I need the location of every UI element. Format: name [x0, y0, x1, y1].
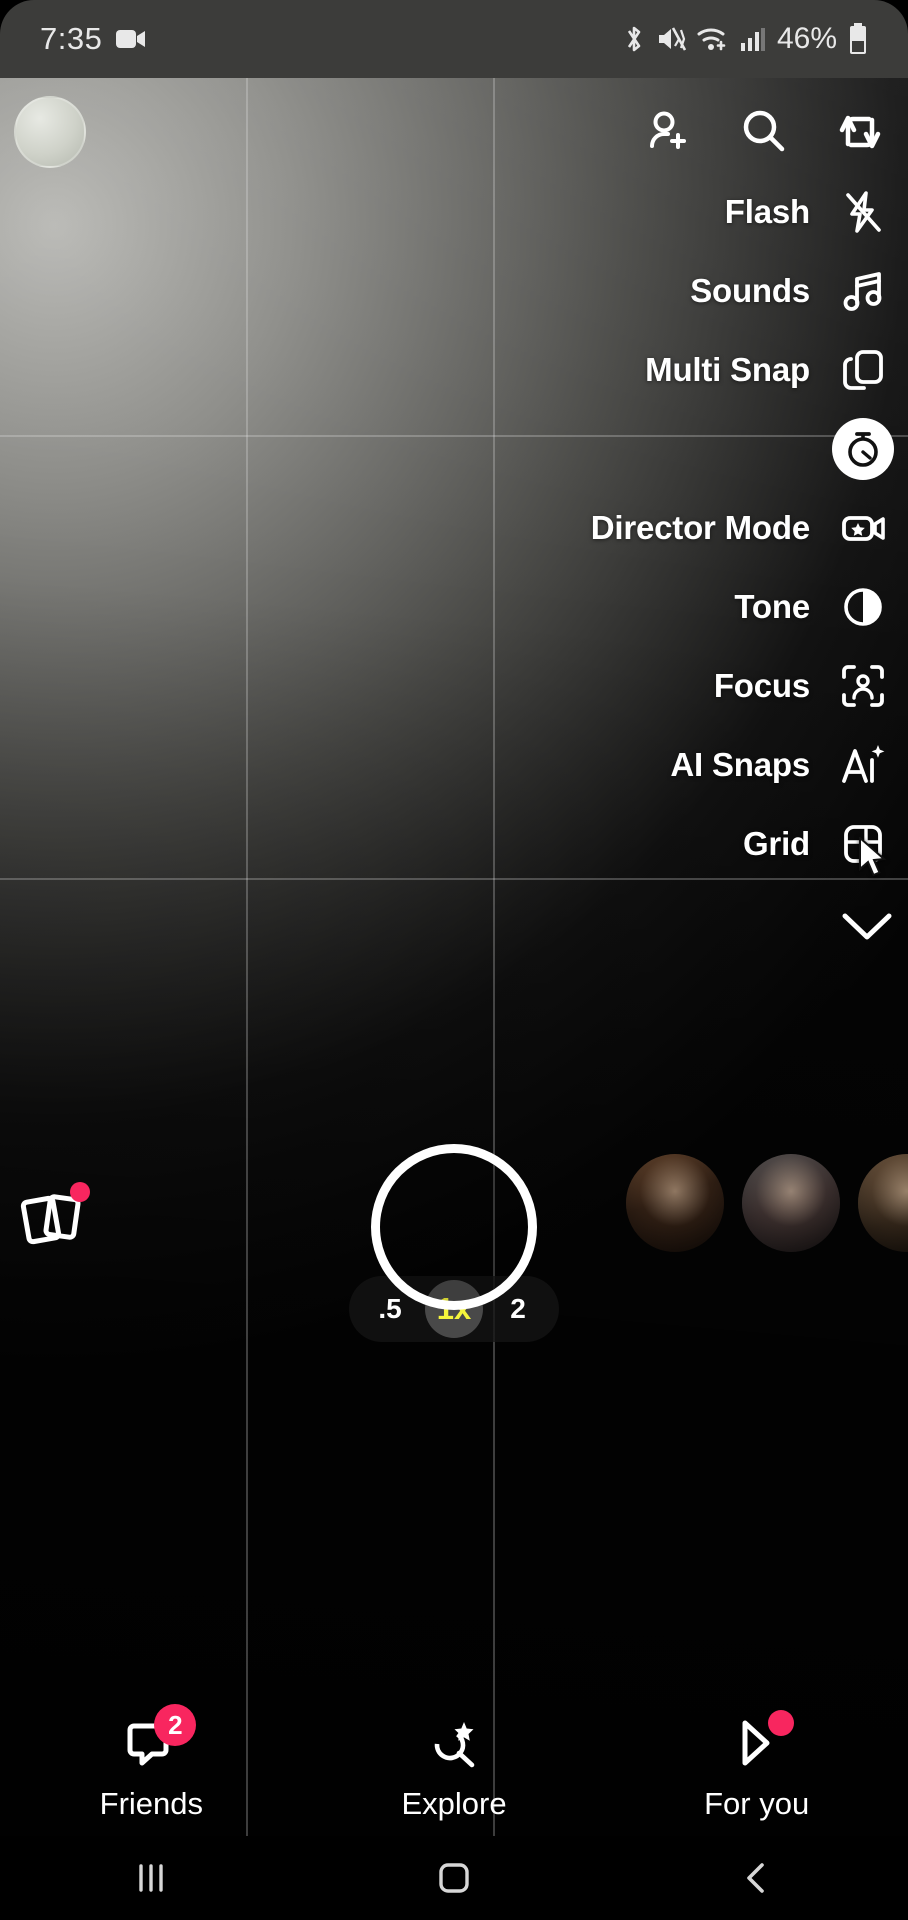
tool-multi-snap[interactable]: Multi Snap	[591, 330, 894, 409]
nav-item-for-you[interactable]: For you	[605, 1710, 908, 1822]
tool-menu-collapse[interactable]	[591, 883, 894, 975]
tool-focus[interactable]: Focus	[591, 646, 894, 725]
status-bar-right: 46%	[623, 22, 868, 56]
nav-item-explore[interactable]: Explore	[303, 1716, 606, 1822]
nav-item-friends[interactable]: 2 Friends	[0, 1704, 303, 1822]
tool-sounds-label: Sounds	[690, 271, 810, 309]
multi-snap-icon[interactable]	[832, 339, 894, 401]
tool-tone-label: Tone	[734, 587, 810, 625]
tool-timer[interactable]	[591, 409, 894, 488]
bluetooth-icon	[623, 24, 645, 54]
tool-ai-snaps[interactable]: AI Snaps	[591, 725, 894, 804]
status-bar-left: 7:35	[40, 21, 146, 57]
video-recording-icon	[116, 28, 146, 50]
nav-item-friends-label: Friends	[99, 1786, 204, 1821]
nav-item-explore-label: Explore	[401, 1786, 507, 1821]
ai-snaps-icon[interactable]	[832, 734, 894, 796]
tool-ai-snaps-label: AI Snaps	[670, 745, 810, 783]
tool-multi-snap-label: Multi Snap	[645, 350, 810, 388]
camera-tool-menu: Flash Sounds Multi Snap Director Mode To…	[591, 172, 894, 975]
chevron-down-icon[interactable]	[840, 910, 894, 949]
friend-avatar-3[interactable]	[858, 1154, 908, 1252]
mouse-cursor-icon	[858, 835, 892, 884]
tool-director-mode-label: Director Mode	[590, 508, 810, 546]
android-system-navigation	[0, 1836, 908, 1920]
status-bar-clock: 7:35	[40, 21, 103, 56]
tone-icon[interactable]	[832, 576, 894, 638]
wifi-icon	[697, 25, 729, 53]
mute-vibrate-icon	[656, 25, 686, 53]
tool-flash[interactable]: Flash	[591, 172, 894, 251]
music-note-icon[interactable]	[832, 260, 894, 322]
profile-avatar[interactable]	[14, 96, 86, 168]
top-action-bar	[634, 98, 894, 166]
friend-avatar-1[interactable]	[626, 1154, 724, 1252]
cellular-signal-icon	[740, 26, 766, 52]
timer-icon[interactable]	[832, 417, 894, 480]
home-button[interactable]	[303, 1860, 606, 1896]
director-mode-icon[interactable]	[832, 497, 894, 559]
friend-avatar-2[interactable]	[742, 1154, 840, 1252]
battery-icon	[848, 23, 868, 55]
nav-item-for-you-label: For you	[704, 1786, 810, 1821]
tool-sounds[interactable]: Sounds	[591, 251, 894, 330]
flash-off-icon[interactable]	[832, 181, 894, 243]
chat-bubble-icon[interactable]: 2	[120, 1704, 197, 1772]
for-you-notification-dot	[767, 1710, 794, 1736]
flip-camera-icon[interactable]	[826, 98, 894, 166]
tool-tone[interactable]: Tone	[591, 567, 894, 646]
tool-flash-label: Flash	[724, 192, 810, 230]
back-button[interactable]	[605, 1860, 908, 1896]
search-icon[interactable]	[730, 98, 798, 166]
spotlight-icon[interactable]	[726, 1710, 794, 1772]
grid-line-vertical-right	[493, 78, 495, 1920]
shutter-button[interactable]	[371, 1144, 537, 1310]
bottom-navigation-bar: 2 Friends Explore For you	[0, 1704, 908, 1822]
friend-avatar-strip	[626, 1154, 908, 1252]
friends-badge: 2	[154, 1704, 197, 1746]
tool-focus-label: Focus	[713, 666, 810, 704]
focus-icon[interactable]	[832, 655, 894, 717]
memories-button[interactable]	[16, 1180, 96, 1260]
tool-grid-label: Grid	[742, 824, 810, 862]
grid-line-vertical-left	[246, 78, 248, 1920]
battery-percent-label: 46%	[776, 22, 837, 55]
grid-icon[interactable]	[832, 813, 894, 876]
explore-icon[interactable]	[423, 1716, 485, 1772]
status-bar: 7:35 46%	[0, 0, 908, 78]
tool-grid[interactable]: Grid	[591, 804, 894, 883]
memories-notification-dot	[70, 1182, 90, 1202]
tool-director-mode[interactable]: Director Mode	[591, 488, 894, 567]
recents-button[interactable]	[0, 1861, 303, 1895]
add-friend-icon[interactable]	[634, 98, 702, 166]
